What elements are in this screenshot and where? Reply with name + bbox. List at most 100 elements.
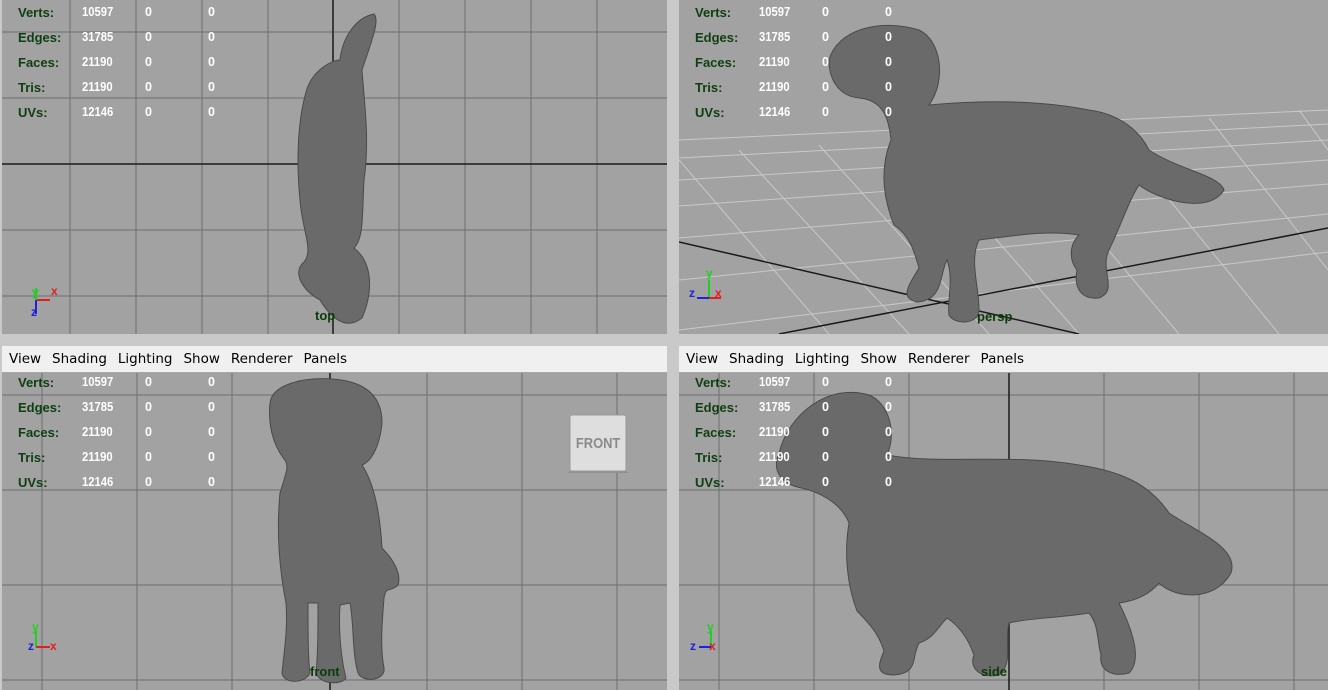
hud-value: 0 — [822, 475, 829, 489]
viewport-pane-side[interactable]: View Shading Lighting Show Renderer Pane… — [679, 346, 1328, 690]
hud-value: 0 — [208, 400, 215, 414]
menu-panels[interactable]: Panels — [981, 351, 1024, 367]
hud-value: 0 — [145, 375, 152, 389]
hud-value: 0 — [885, 425, 892, 439]
hud-row: Faces: 21190 0 0 — [695, 420, 948, 445]
axis-indicator-top: y x z — [31, 284, 58, 319]
hud-label: Faces: — [695, 425, 737, 440]
hud-value: 0 — [145, 5, 152, 19]
hud-row: Verts: 10597 0 0 — [695, 373, 948, 395]
hud-label: Faces: — [18, 425, 60, 440]
menu-lighting[interactable]: Lighting — [795, 351, 850, 367]
hud-value: 0 — [208, 425, 215, 439]
hud-row: Tris: 21190 0 0 — [18, 445, 271, 470]
hud-value: 21190 — [82, 55, 113, 69]
hud-value: 0 — [822, 105, 829, 119]
hud-value: 21190 — [82, 450, 113, 464]
axis-x-label: x — [51, 284, 58, 298]
hud-value: 0 — [885, 80, 892, 94]
hud-value: 0 — [145, 105, 152, 119]
axis-indicator-persp: y x z — [689, 266, 722, 300]
hud-value: 31785 — [82, 400, 114, 414]
hud-value: 0 — [208, 80, 215, 94]
hud-value: 21190 — [82, 425, 113, 439]
hud-value: 21190 — [759, 425, 790, 439]
menu-view[interactable]: View — [686, 351, 718, 367]
hud-value: 0 — [208, 5, 215, 19]
hud-value: 0 — [822, 400, 829, 414]
viewport-pane-persp[interactable]: Verts: 10597 0 0 Edges: 31785 0 0 Faces: 21190 0… — [679, 0, 1328, 334]
hud-label: Verts: — [695, 5, 732, 20]
viewport-pane-front[interactable]: View Shading Lighting Show Renderer Pane… — [2, 346, 667, 690]
axis-z-label: z — [690, 639, 696, 653]
hud-row: Tris: 21190 0 0 — [695, 445, 948, 470]
hud-value: 0 — [145, 425, 152, 439]
hud-row: Edges: 31785 0 0 — [695, 395, 948, 420]
hud-row: UVs: 12146 0 0 — [695, 100, 948, 125]
hud-label: Faces: — [18, 55, 60, 70]
axis-z-label: z — [31, 305, 37, 319]
axis-x-label: x — [715, 286, 722, 300]
hud-value: 0 — [822, 30, 829, 44]
menu-renderer[interactable]: Renderer — [908, 351, 970, 367]
hud-label: UVs: — [18, 105, 48, 120]
view-cube[interactable]: FRONT — [568, 413, 628, 473]
menu-shading[interactable]: Shading — [729, 351, 784, 367]
viewport-persp[interactable]: Verts: 10597 0 0 Edges: 31785 0 0 Faces: 21190 0… — [679, 0, 1328, 334]
hud-value: 0 — [208, 375, 215, 389]
menu-renderer[interactable]: Renderer — [231, 351, 293, 367]
hud-row: Verts: 10597 0 0 — [18, 373, 271, 395]
view-cube-label: FRONT — [576, 434, 621, 451]
hud-value: 0 — [885, 55, 892, 69]
hud-label: UVs: — [695, 475, 725, 490]
hud-value: 0 — [208, 55, 215, 69]
hud-stats-side: Verts: 10597 0 0 Edges: 31785 0 0 Faces: 21190 0… — [695, 373, 948, 495]
menu-view[interactable]: View — [9, 351, 41, 367]
hud-label: Edges: — [695, 400, 739, 415]
hud-row: Faces: 21190 0 0 — [18, 420, 271, 445]
hud-value: 21190 — [759, 450, 790, 464]
hud-value: 0 — [885, 475, 892, 489]
hud-row: UVs: 12146 0 0 — [18, 100, 271, 125]
hud-label: Verts: — [695, 375, 732, 390]
hud-value: 0 — [145, 475, 152, 489]
hud-row: Faces: 21190 0 0 — [18, 50, 271, 75]
hud-row: Tris: 21190 0 0 — [695, 75, 948, 100]
dog-model-top — [297, 13, 377, 324]
viewport-side[interactable]: Verts: 10597 0 0 Edges: 31785 0 0 Faces: 21190 0… — [679, 373, 1328, 690]
hud-value: 0 — [885, 5, 892, 19]
hud-value: 0 — [885, 450, 892, 464]
hud-value: 0 — [885, 375, 892, 389]
hud-value: 0 — [145, 55, 152, 69]
hud-value: 0 — [208, 450, 215, 464]
hud-label: Tris: — [18, 80, 46, 95]
hud-value: 0 — [822, 375, 829, 389]
dog-model-front — [269, 378, 400, 684]
hud-value: 10597 — [82, 5, 114, 19]
hud-value: 0 — [208, 475, 215, 489]
camera-label-side: side — [981, 664, 1008, 679]
hud-value: 12146 — [82, 475, 114, 489]
hud-value: 10597 — [759, 375, 791, 389]
hud-value: 31785 — [759, 30, 791, 44]
hud-value: 0 — [208, 30, 215, 44]
menu-lighting[interactable]: Lighting — [118, 351, 173, 367]
hud-stats-persp: Verts: 10597 0 0 Edges: 31785 0 0 Faces: 21190 0… — [695, 0, 948, 125]
hud-value: 0 — [822, 55, 829, 69]
hud-label: Faces: — [695, 55, 737, 70]
hud-stats-top: Verts: 10597 0 0 Edges: 31785 0 0 Faces: 21190 0… — [18, 0, 271, 125]
viewport-top[interactable]: Verts: 10597 0 0 Edges: 31785 0 0 Faces: 21190 0… — [2, 0, 667, 334]
hud-value: 21190 — [82, 80, 113, 94]
menu-show[interactable]: Show — [860, 351, 896, 367]
viewport-pane-top[interactable]: Verts: 10597 0 0 Edges: 31785 0 0 Faces: 21190 0… — [2, 0, 667, 334]
viewport-front[interactable]: FRONT Verts: 10597 0 0 Edges: 31785 0 0 Faces:… — [2, 373, 667, 690]
hud-value: 21190 — [759, 55, 790, 69]
axis-z-label: z — [28, 639, 34, 653]
menu-show[interactable]: Show — [183, 351, 219, 367]
axis-y-label: y — [707, 621, 714, 634]
hud-label: Tris: — [695, 80, 723, 95]
hud-value: 10597 — [82, 375, 114, 389]
axis-y-label: y — [32, 621, 39, 634]
menu-panels[interactable]: Panels — [304, 351, 347, 367]
menu-shading[interactable]: Shading — [52, 351, 107, 367]
